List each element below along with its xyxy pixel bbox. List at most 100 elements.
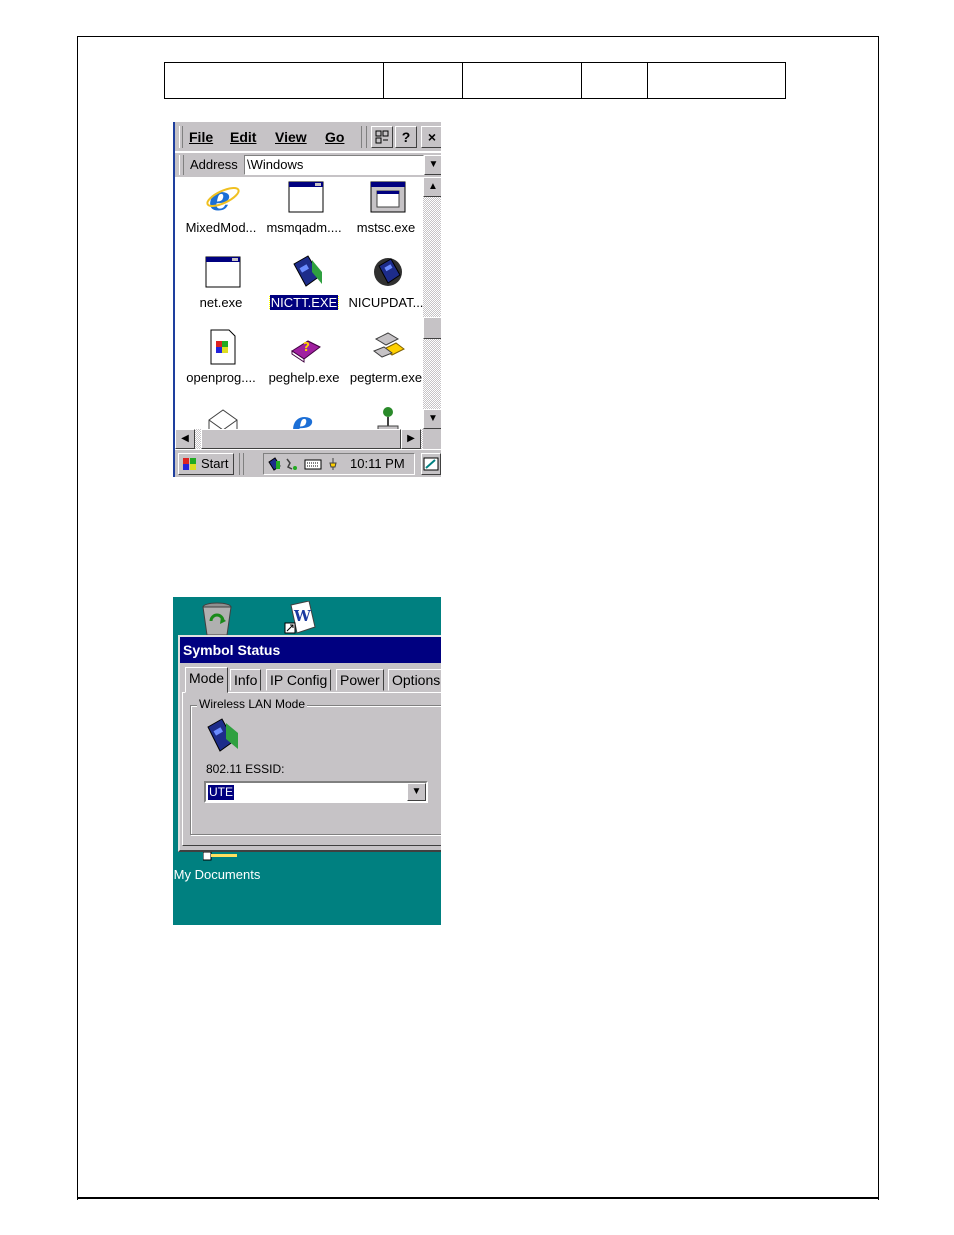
file-item[interactable]: NICUPDAT... <box>344 252 423 322</box>
scroll-left-button[interactable]: ◀ <box>175 429 195 449</box>
window-app-icon <box>370 181 406 213</box>
arrow-down-icon: ▼ <box>428 413 438 424</box>
power-plug-tray-icon[interactable] <box>326 457 340 471</box>
group-label: Wireless LAN Mode <box>197 697 308 711</box>
document-header-table <box>164 62 786 99</box>
address-label: Address <box>190 157 238 172</box>
start-button[interactable]: Start <box>178 453 234 475</box>
menu-view[interactable]: View <box>275 129 307 145</box>
file-item[interactable]: ? peghelp.exe <box>262 327 346 397</box>
menu-bar: File Edit View Go ? × <box>175 122 441 152</box>
arrow-left-icon: ◀ <box>181 433 189 444</box>
header-cell <box>647 62 786 99</box>
svg-text:?: ? <box>303 340 310 354</box>
terminal-icon <box>372 332 405 358</box>
word-document-shortcut-icon[interactable]: W <box>283 601 319 635</box>
tab-options[interactable]: Options <box>388 669 441 691</box>
address-input[interactable]: \Windows <box>244 155 424 175</box>
file-label: pegterm.exe <box>349 370 423 385</box>
close-button[interactable]: × <box>421 126 441 148</box>
desktop-icon <box>423 457 439 471</box>
arrow-up-icon: ▲ <box>428 181 438 192</box>
taskbar-separator <box>239 453 244 475</box>
essid-label: 802.11 ESSID: <box>206 762 285 776</box>
essid-combobox[interactable]: UTE ▼ <box>204 781 428 803</box>
my-documents-label[interactable]: My Documents <box>173 867 261 883</box>
menu-go[interactable]: Go <box>325 129 344 145</box>
file-item[interactable]: pegterm.exe <box>344 327 423 397</box>
chevron-down-icon: ▼ <box>428 159 439 170</box>
horizontal-scroll-thumb[interactable] <box>201 429 401 449</box>
file-item[interactable]: NICTT.EXE <box>262 252 346 322</box>
essid-value: UTE <box>208 785 234 800</box>
keyboard-tray-icon[interactable] <box>304 457 322 471</box>
symbol-status-dialog: Symbol Status Mode Info IP Config Power … <box>178 635 441 852</box>
explorer-window: File Edit View Go ? × Address \Windows ▼… <box>173 122 441 477</box>
header-cell <box>383 62 463 99</box>
tab-power[interactable]: Power <box>336 669 384 691</box>
tab-info[interactable]: Info <box>230 669 262 691</box>
file-label: net.exe <box>199 295 243 310</box>
symbol-status-screen: W Symbol Status Mode Info IP Config Powe… <box>173 597 441 925</box>
arrow-right-icon: ▶ <box>407 433 415 444</box>
taskbar: Start 10:11 PM <box>175 449 441 477</box>
menu-edit[interactable]: Edit <box>230 129 256 145</box>
network-card-icon <box>207 718 238 752</box>
ie-icon: e <box>206 179 240 215</box>
connection-tray-icon[interactable] <box>285 457 299 471</box>
window-app-icon <box>288 181 324 213</box>
file-label: msmqadm.... <box>266 220 342 235</box>
file-label: openprog.... <box>186 370 256 385</box>
views-icon <box>375 130 389 144</box>
address-grip[interactable] <box>179 155 184 175</box>
file-item[interactable]: net.exe <box>179 252 263 322</box>
vertical-scrollbar[interactable]: ▲ ▼ <box>423 177 441 429</box>
scroll-right-button[interactable]: ▶ <box>401 429 421 449</box>
file-label: MixedMod... <box>185 220 257 235</box>
network-tree-icon <box>377 407 399 429</box>
horizontal-scrollbar[interactable]: ◀ ▶ <box>175 429 423 449</box>
header-cell <box>164 62 384 99</box>
windows-flag-icon <box>183 458 196 470</box>
scrollbar-corner <box>423 429 441 449</box>
menu-grip[interactable] <box>179 126 183 148</box>
file-item[interactable] <box>344 402 423 429</box>
help-button[interactable]: ? <box>395 126 417 148</box>
my-documents-shortcut-icon[interactable] <box>203 852 237 862</box>
clock[interactable]: 10:11 PM <box>350 456 405 471</box>
file-item[interactable] <box>179 402 263 429</box>
file-label: NICUPDAT... <box>348 295 423 310</box>
menu-file[interactable]: File <box>189 129 213 145</box>
file-label-selected: NICTT.EXE <box>268 295 340 310</box>
network-card-icon <box>293 255 322 287</box>
tab-ip-config[interactable]: IP Config <box>266 669 332 691</box>
file-item[interactable]: e <box>262 402 346 429</box>
network-card-tray-icon[interactable] <box>267 457 281 471</box>
envelope-icon <box>208 409 238 429</box>
file-item[interactable]: mstsc.exe <box>344 177 423 247</box>
svg-text:W: W <box>293 607 312 625</box>
chevron-down-icon: ▼ <box>411 786 422 797</box>
address-bar: Address \Windows ▼ <box>175 153 441 177</box>
header-cell <box>581 62 648 99</box>
scroll-up-button[interactable]: ▲ <box>423 177 441 197</box>
file-item[interactable]: openprog.... <box>179 327 263 397</box>
toolbar-grip[interactable] <box>361 126 367 148</box>
essid-dropdown-button[interactable]: ▼ <box>407 783 426 801</box>
recycle-bin-icon[interactable] <box>199 601 235 637</box>
show-desktop-button[interactable] <box>421 453 441 475</box>
header-cell <box>462 62 582 99</box>
ie-icon: e <box>292 404 314 429</box>
dialog-title: Symbol Status <box>180 637 441 663</box>
tab-mode[interactable]: Mode <box>185 667 229 693</box>
views-button[interactable] <box>371 126 393 148</box>
window-app-icon <box>205 256 241 288</box>
start-label: Start <box>201 456 229 471</box>
file-item[interactable]: e MixedMod... <box>179 177 263 247</box>
file-label: mstsc.exe <box>356 220 416 235</box>
scroll-down-button[interactable]: ▼ <box>423 409 441 429</box>
file-item[interactable]: msmqadm.... <box>262 177 346 247</box>
address-dropdown-button[interactable]: ▼ <box>424 155 441 175</box>
vertical-scroll-thumb[interactable] <box>423 317 441 339</box>
help-book-icon: ? <box>291 340 321 363</box>
